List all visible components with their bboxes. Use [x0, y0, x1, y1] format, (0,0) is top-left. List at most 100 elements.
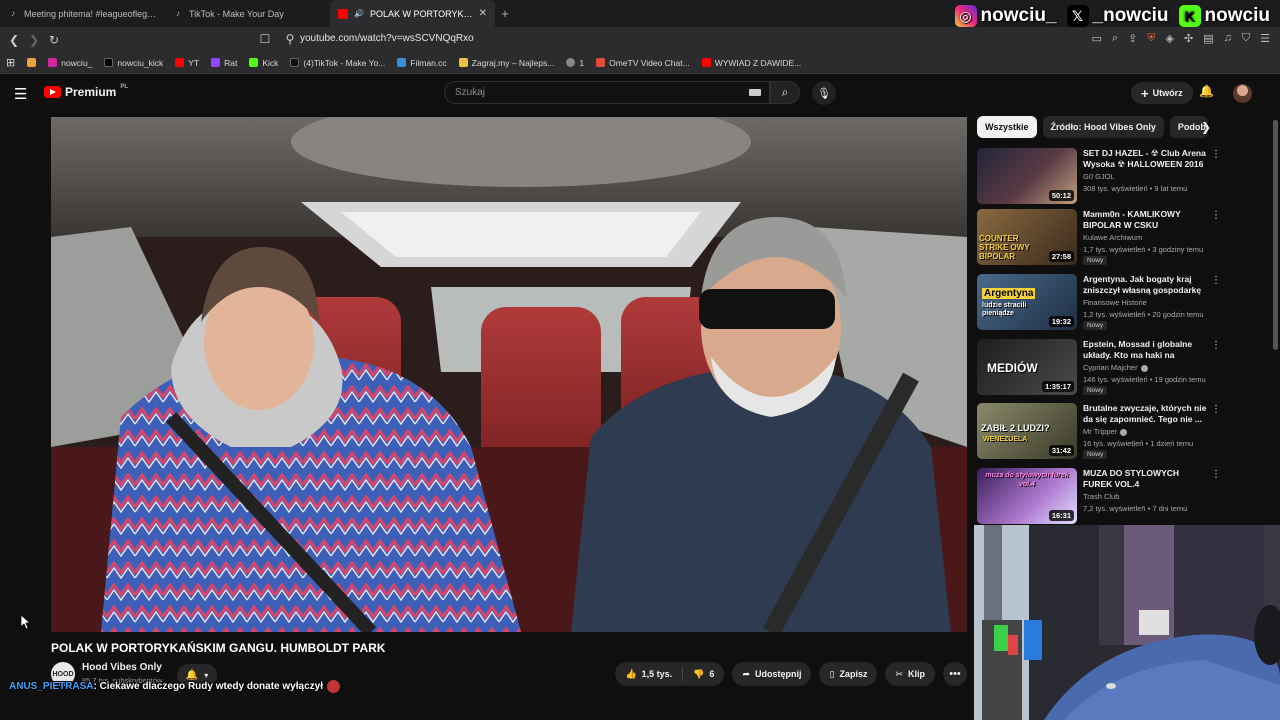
speaker-icon[interactable]: 🔊: [354, 9, 364, 19]
bookmark-4[interactable]: Rat: [211, 58, 237, 68]
verified-icon: [1140, 364, 1148, 372]
forward-icon[interactable]: ❯: [24, 33, 44, 47]
browser-tab-1[interactable]: ♪ Meeting phitema! #leagueoflegends: [0, 0, 165, 27]
more-vertical-icon[interactable]: ⋮: [1211, 469, 1221, 480]
tiktok-icon: ♪: [8, 8, 18, 19]
bookmark-3[interactable]: YT: [175, 58, 199, 68]
recommended-video[interactable]: Argentyna ludzie stracili pieniądze 19:3…: [977, 274, 1221, 332]
video-thumbnail[interactable]: ZABIŁ 2 LUDZI? WENEZUELA 31:42: [977, 403, 1077, 459]
more-vertical-icon[interactable]: ⋮: [1211, 404, 1221, 415]
reload-icon[interactable]: ↻: [44, 33, 64, 47]
search-input[interactable]: Szukaj: [444, 81, 770, 104]
more-vertical-icon[interactable]: ⋮: [1211, 210, 1221, 221]
share-label: Udostępnij: [754, 669, 802, 679]
recommended-video[interactable]: COUNTER STRIKE OWY BIPOLAR 27:58 Mamm0n …: [977, 209, 1221, 267]
recommended-channel[interactable]: G0 GJOL: [1083, 172, 1115, 181]
bookmark-icon[interactable]: ☐: [255, 32, 275, 46]
site-info-icon[interactable]: ⚲: [280, 32, 300, 46]
recommended-title[interactable]: Mamm0n - KAMLIKOWY BIPOLAR W CSKU: [1083, 209, 1207, 231]
recommended-video[interactable]: ZABIŁ 2 LUDZI? WENEZUELA 31:42 Brutalne …: [977, 403, 1221, 461]
overlay-instagram-handle: nowciu_: [980, 5, 1057, 26]
bookmark-11[interactable]: WYWIAD Z DAWIDE...: [701, 58, 801, 68]
recommended-title[interactable]: Epstein, Mossad i globalne układy. Kto m…: [1083, 339, 1207, 361]
recommended-video[interactable]: muza do stylowych furek vol.4 16:31 MUZA…: [977, 468, 1221, 526]
youtube-icon: [701, 58, 711, 67]
zoom-icon[interactable]: ⌕: [1112, 32, 1118, 45]
cast-icon[interactable]: ▭: [1091, 32, 1101, 45]
x-logo-icon: [104, 58, 114, 67]
bookmark-8[interactable]: Zagraj.my – Najleps...: [458, 58, 554, 68]
video-thumbnail[interactable]: 50:12: [977, 148, 1077, 204]
recommended-channel[interactable]: Mr Tripper: [1083, 427, 1128, 436]
bookmark-9[interactable]: 1: [566, 58, 584, 68]
page-scrollbar[interactable]: [1273, 120, 1278, 350]
bookmark-0[interactable]: [27, 58, 37, 67]
sidebar-icon[interactable]: ▤: [1203, 32, 1213, 45]
bookmark-10[interactable]: OmeTV Video Chat...: [596, 58, 690, 68]
recommended-title[interactable]: MUZA DO STYLOWYCH FUREK VOL.4: [1083, 468, 1207, 490]
youtube-icon: [175, 58, 185, 67]
youtube-logo[interactable]: Premium PL: [44, 84, 128, 99]
search-button[interactable]: ⌕: [770, 81, 800, 104]
bookmark-2[interactable]: nowciu_kick: [104, 58, 163, 68]
bookmark-5[interactable]: Kick: [249, 58, 278, 68]
video-thumbnail[interactable]: COUNTER STRIKE OWY BIPOLAR 27:58: [977, 209, 1077, 265]
recommended-title[interactable]: Argentyna. Jak bogaty kraj zniszczył wła…: [1083, 274, 1207, 296]
more-vertical-icon[interactable]: ⋮: [1211, 275, 1221, 286]
voice-search-button[interactable]: 🎙: [812, 81, 836, 105]
recommended-title[interactable]: Brutalne zwyczaje, których nie da się za…: [1083, 403, 1207, 425]
wallet-icon[interactable]: ◈: [1166, 32, 1174, 45]
tab-title: POLAK W PORTORYKAŃSKIM: [370, 8, 473, 19]
like-count: 1,5 tys.: [641, 669, 673, 679]
account-avatar[interactable]: [1233, 84, 1252, 103]
bookmark-6[interactable]: (4)TikTok - Make Yo...: [290, 58, 385, 68]
dislike-button[interactable]: 👎 6: [683, 662, 724, 686]
video-thumbnail[interactable]: Argentyna ludzie stracili pieniądze 19:3…: [977, 274, 1077, 330]
new-tab-button[interactable]: +: [495, 0, 515, 27]
more-actions-button[interactable]: •••: [943, 662, 967, 686]
share-button[interactable]: ➦ Udostępnij: [732, 662, 812, 686]
chip-source[interactable]: Źródło: Hood Vibes Only: [1042, 116, 1164, 138]
keyboard-icon[interactable]: [749, 89, 761, 96]
video-duration: 31:42: [1048, 445, 1074, 456]
recommended-video[interactable]: MEDIÓW 1:35:17 Epstein, Mossad i globaln…: [977, 339, 1221, 397]
recommended-video[interactable]: 50:12 SET DJ HAZEL - ☢ Club Arena Wysoka…: [977, 148, 1221, 206]
chat-username: ANUS_PIETRASA: [9, 681, 94, 693]
music-icon[interactable]: ♫: [1224, 32, 1232, 45]
recommended-channel[interactable]: Trash Club: [1083, 492, 1119, 501]
hamburger-menu-icon[interactable]: ☰: [14, 85, 27, 103]
url-field[interactable]: youtube.com/watch?v=wsSCVNQqRxo: [300, 33, 474, 44]
recommended-channel[interactable]: Kulawe Archiwum: [1083, 233, 1142, 242]
notifications-bell-icon[interactable]: 🔔: [1199, 84, 1214, 98]
chevron-right-icon[interactable]: ❯: [1197, 117, 1215, 137]
vpn-icon[interactable]: ⛉: [1242, 32, 1250, 45]
recommended-title[interactable]: SET DJ HAZEL - ☢ Club Arena Wysoka ☢ HAL…: [1083, 148, 1207, 170]
bookmark-7[interactable]: Filman.cc: [397, 58, 447, 68]
share-icon[interactable]: ⇪: [1128, 32, 1137, 45]
more-vertical-icon[interactable]: ⋮: [1211, 340, 1221, 351]
menu-icon[interactable]: ☰: [1260, 32, 1270, 45]
recommended-channel[interactable]: Cyprian Majcher: [1083, 363, 1148, 372]
video-player[interactable]: [51, 117, 967, 632]
thumbs-up-icon: 👍: [625, 668, 637, 679]
recommended-channel[interactable]: Finansowe Historie: [1083, 298, 1147, 307]
extensions-icon[interactable]: ✣: [1184, 32, 1193, 45]
bookmark-label: OmeTV Video Chat...: [609, 57, 690, 68]
new-badge: Nowy: [1083, 256, 1108, 265]
clip-button[interactable]: ✂ Klip: [885, 662, 935, 686]
back-icon[interactable]: ❮: [4, 33, 24, 47]
like-button[interactable]: 👍 1,5 tys.: [615, 662, 682, 686]
video-thumbnail[interactable]: muza do stylowych furek vol.4 16:31: [977, 468, 1077, 524]
brave-shield-icon[interactable]: ⛨: [1147, 32, 1155, 45]
bookmark-1[interactable]: nowciu_: [48, 58, 92, 68]
chip-all[interactable]: Wszystkie: [977, 116, 1037, 138]
browser-tab-3[interactable]: 🔊 POLAK W PORTORYKAŃSKIM ✕: [330, 0, 495, 27]
more-vertical-icon[interactable]: ⋮: [1211, 149, 1221, 160]
save-button[interactable]: ▯ Zapisz: [819, 662, 878, 686]
browser-tab-2[interactable]: ♪ TikTok - Make Your Day: [165, 0, 330, 27]
video-thumbnail[interactable]: MEDIÓW 1:35:17: [977, 339, 1077, 395]
apps-icon[interactable]: ⊞: [6, 56, 15, 69]
close-tab-icon[interactable]: ✕: [479, 8, 487, 19]
create-button[interactable]: + Utwórz: [1131, 82, 1193, 104]
channel-name[interactable]: Hood Vibes Only: [82, 662, 162, 673]
